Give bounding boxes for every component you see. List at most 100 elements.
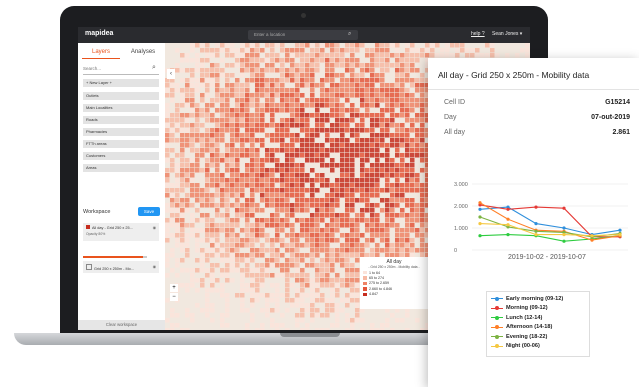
heatmap-cell <box>265 58 270 63</box>
zoom-in-button[interactable]: + <box>170 284 178 292</box>
heatmap-cell <box>260 163 265 168</box>
heatmap-cell <box>290 163 295 168</box>
heatmap-cell <box>425 48 430 53</box>
heatmap-cell <box>315 328 320 330</box>
layer-item[interactable]: Areas <box>83 164 159 172</box>
clear-workspace-button[interactable]: Clear workspace <box>78 320 165 330</box>
heatmap-cell <box>270 293 275 298</box>
layer-item[interactable]: FTTh areas <box>83 140 159 148</box>
heatmap-cell <box>270 83 275 88</box>
heatmap-cell <box>305 208 310 213</box>
heatmap-cell <box>245 108 250 113</box>
tab-layers[interactable]: Layers <box>82 46 120 59</box>
heatmap-cell <box>260 233 265 238</box>
chart-legend-item[interactable]: Night (00-06) <box>491 342 585 352</box>
heatmap-cell <box>350 103 355 108</box>
help-link[interactable]: help ? <box>471 31 485 37</box>
eye-icon[interactable]: ◉ <box>153 225 156 230</box>
heatmap-cell <box>200 73 205 78</box>
collapse-sidebar-button[interactable]: ‹ <box>167 69 175 79</box>
heatmap-cell <box>225 158 230 163</box>
heatmap-cell <box>295 198 300 203</box>
heatmap-cell <box>175 273 180 278</box>
chart-legend-item[interactable]: Early morning (09-12) <box>491 294 585 304</box>
heatmap-cell <box>350 113 355 118</box>
heatmap-cell <box>350 48 355 53</box>
heatmap-cell <box>250 73 255 78</box>
heatmap-cell <box>390 88 395 93</box>
heatmap-cell <box>320 98 325 103</box>
heatmap-cell <box>245 168 250 173</box>
heatmap-cell <box>380 198 385 203</box>
heatmap-cell <box>245 308 250 313</box>
heatmap-cell <box>255 248 260 253</box>
chart-legend-item[interactable]: Lunch (12-14) <box>491 313 585 323</box>
heatmap-cell <box>235 193 240 198</box>
heatmap-cell <box>300 233 305 238</box>
heatmap-cell <box>305 278 310 283</box>
search-icon[interactable]: ⌕ <box>348 31 351 38</box>
heatmap-cell <box>335 273 340 278</box>
heatmap-cell <box>215 143 220 148</box>
heatmap-cell <box>175 223 180 228</box>
eye-icon[interactable]: ◉ <box>153 264 156 269</box>
heatmap-cell <box>220 118 225 123</box>
heatmap-cell <box>310 278 315 283</box>
heatmap-cell <box>335 248 340 253</box>
heatmap-cell <box>260 278 265 283</box>
heatmap-cell <box>360 88 365 93</box>
heatmap-cell <box>315 68 320 73</box>
heatmap-cell <box>295 293 300 298</box>
tab-analyses[interactable]: Analyses <box>124 46 162 58</box>
heatmap-cell <box>300 288 305 293</box>
heatmap-cell <box>215 203 220 208</box>
chart-legend-item[interactable]: Morning (09-12) <box>491 304 585 314</box>
chart-legend-item[interactable]: Afternoon (14-18) <box>491 323 585 333</box>
heatmap-cell <box>370 183 375 188</box>
zoom-out-button[interactable]: − <box>170 293 178 301</box>
layer-item[interactable]: Pharmacies <box>83 128 159 136</box>
heatmap-cell <box>195 88 200 93</box>
heatmap-cell <box>325 118 330 123</box>
layer-item[interactable]: Customers <box>83 152 159 160</box>
heatmap-cell <box>395 168 400 173</box>
heatmap-cell <box>190 103 195 108</box>
save-button[interactable]: Save <box>138 207 160 216</box>
workspace-item[interactable]: Grid 250 x 250m - Mo... ◉ <box>83 261 159 273</box>
heatmap-cell <box>235 63 240 68</box>
heatmap-cell <box>185 268 190 273</box>
heatmap-cell <box>305 228 310 233</box>
heatmap-cell <box>300 53 305 58</box>
data-point <box>534 205 538 209</box>
heatmap-cell <box>405 223 410 228</box>
layer-item[interactable]: Roads <box>83 116 159 124</box>
heatmap-cell <box>410 223 415 228</box>
heatmap-cell <box>225 118 230 123</box>
location-search-input[interactable]: Enter a location <box>248 30 358 40</box>
heatmap-cell <box>345 173 350 178</box>
heatmap-cell <box>215 183 220 188</box>
layer-search-input[interactable]: Search... <box>83 64 159 75</box>
heatmap-cell <box>415 128 420 133</box>
heatmap-cell <box>215 173 220 178</box>
heatmap-cell <box>420 248 425 253</box>
heatmap-cell <box>365 208 370 213</box>
heatmap-cell <box>205 228 210 233</box>
heatmap-cell <box>215 188 220 193</box>
chart-legend-item[interactable]: Evening (18-22) <box>491 332 585 342</box>
app-logo[interactable]: mapidea <box>85 30 113 37</box>
heatmap-cell <box>410 78 415 83</box>
new-layer-button[interactable]: + New Layer + <box>83 79 159 87</box>
workspace-item[interactable]: All day - Grid 250 x 25... ◉ Opacity 80% <box>83 223 159 241</box>
heatmap-cell <box>230 223 235 228</box>
heatmap-cell <box>230 258 235 263</box>
heatmap-cell <box>355 228 360 233</box>
heatmap-cell <box>210 193 215 198</box>
heatmap-cell <box>375 213 380 218</box>
user-menu[interactable]: Sean Jones ▾ <box>492 31 522 37</box>
heatmap-cell <box>185 308 190 313</box>
heatmap-cell <box>215 208 220 213</box>
heatmap-cell <box>180 228 185 233</box>
layer-item[interactable]: Main Localities <box>83 104 159 112</box>
layer-item[interactable]: Outlets <box>83 92 159 100</box>
